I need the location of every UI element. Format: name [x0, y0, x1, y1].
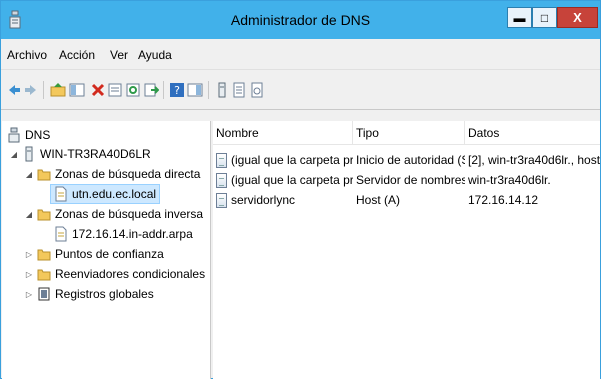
- record-icon: [216, 173, 227, 189]
- menu-accion[interactable]: Acción: [59, 48, 95, 62]
- properties-icon[interactable]: [107, 82, 123, 98]
- record-name: (igual que la carpeta princip...: [216, 153, 353, 169]
- column-header-nombre[interactable]: Nombre: [213, 121, 353, 145]
- menu-archivo[interactable]: Archivo: [7, 48, 47, 62]
- record-type: Host (A): [356, 193, 401, 207]
- record-data: win-tr3ra40d6lr.: [468, 173, 551, 187]
- folder-icon: [37, 209, 51, 221]
- record-icon: [216, 153, 227, 169]
- tree-label: utn.edu.ec.local: [72, 187, 157, 201]
- tree-item-reverse-zone[interactable]: 172.16.14.in-addr.arpa: [54, 224, 193, 244]
- show-action-pane-icon[interactable]: [187, 82, 203, 98]
- server-icon: [25, 146, 33, 162]
- folder-icon: [37, 169, 51, 181]
- close-button[interactable]: X: [557, 7, 598, 28]
- record-data: 172.16.14.12: [468, 193, 539, 207]
- delete-icon[interactable]: [90, 82, 106, 98]
- maximize-button[interactable]: □: [532, 7, 557, 28]
- title-bar[interactable]: Administrador de DNS ▬ □ X: [1, 1, 600, 39]
- console-tree-pane: DNS ◢ WIN-TR3RA40D6LR ◢ Zonas de búsqued…: [2, 121, 211, 379]
- svg-text:?: ?: [174, 84, 180, 97]
- tree-item-dns[interactable]: DNS: [7, 125, 50, 145]
- record-list-icon[interactable]: [231, 82, 247, 98]
- tree-label: Zonas de búsqueda directa: [55, 167, 201, 181]
- table-row[interactable]: servidorlync Host (A) 172.16.14.12: [213, 191, 600, 211]
- refresh-icon[interactable]: [125, 82, 141, 98]
- record-type: Inicio de autoridad (SOA): [356, 153, 465, 167]
- event-log-icon: [38, 287, 50, 301]
- tree-label: Zonas de búsqueda inversa: [55, 207, 204, 221]
- tree-item-forward-zone-selected[interactable]: utn.edu.ec.local: [50, 184, 161, 204]
- dns-manager-window: Administrador de DNS ▬ □ X Archivo Acció…: [0, 0, 601, 379]
- minimize-button[interactable]: ▬: [507, 7, 532, 28]
- tree-label: 172.16.14.in-addr.arpa: [72, 227, 193, 241]
- expand-chevron-icon[interactable]: ◢: [24, 170, 34, 179]
- expand-arrow-icon[interactable]: ▷: [24, 290, 34, 299]
- tree-label: Puntos de confianza: [55, 247, 164, 261]
- zone-file-icon: [55, 226, 67, 242]
- menu-ayuda[interactable]: Ayuda: [138, 48, 172, 62]
- tree-item-server[interactable]: ◢ WIN-TR3RA40D6LR: [9, 144, 151, 164]
- tree-item-conditional-forwarders[interactable]: ▷ Reenviadores condicionales: [24, 264, 205, 284]
- toolbar: ?: [1, 70, 600, 110]
- tree-label: Reenviadores condicionales: [55, 267, 206, 281]
- record-data: [2], win-tr3ra40d6lr., host...: [468, 153, 600, 167]
- column-header-tipo[interactable]: Tipo: [353, 121, 465, 145]
- up-folder-icon[interactable]: [50, 82, 66, 98]
- expand-arrow-icon[interactable]: ▷: [24, 250, 34, 259]
- pane-gap: [2, 110, 600, 121]
- menu-bar: Archivo Acción Ver Ayuda: [1, 39, 600, 70]
- zone-file-icon: [55, 186, 67, 202]
- dns-icon: [8, 127, 20, 143]
- expand-arrow-icon[interactable]: ▷: [24, 270, 34, 279]
- forward-arrow-icon[interactable]: [23, 82, 39, 98]
- record-type: Servidor de nombres (NS): [356, 173, 465, 187]
- tree-label: Registros globales: [55, 287, 154, 301]
- tree-item-trust-points[interactable]: ▷ Puntos de confianza: [24, 244, 164, 264]
- expand-chevron-icon[interactable]: ◢: [24, 210, 34, 219]
- menu-ver[interactable]: Ver: [110, 48, 128, 62]
- table-row[interactable]: (igual que la carpeta princip... Inicio …: [213, 151, 600, 171]
- help-icon[interactable]: ?: [169, 82, 185, 98]
- record-name: servidorlync: [216, 193, 353, 209]
- table-row[interactable]: (igual que la carpeta princip... Servido…: [213, 171, 600, 191]
- record-name: (igual que la carpeta princip...: [216, 173, 353, 189]
- tree-item-reverse-zones[interactable]: ◢ Zonas de búsqueda inversa: [24, 204, 203, 224]
- tree-label: WIN-TR3RA40D6LR: [40, 147, 151, 161]
- record-properties-icon[interactable]: [249, 82, 265, 98]
- records-list-pane: Nombre Tipo Datos (igual que la carpeta …: [213, 121, 600, 379]
- show-hide-tree-icon[interactable]: [69, 82, 85, 98]
- folder-icon: [37, 269, 51, 281]
- folder-icon: [37, 249, 51, 261]
- expand-chevron-icon[interactable]: ◢: [9, 150, 19, 159]
- column-header-datos[interactable]: Datos: [465, 121, 600, 145]
- tree-item-global-logs[interactable]: ▷ Registros globales: [24, 284, 154, 304]
- export-list-icon[interactable]: [143, 82, 159, 98]
- tree-label: DNS: [25, 128, 51, 142]
- record-icon: [216, 193, 227, 209]
- tree-item-forward-zones[interactable]: ◢ Zonas de búsqueda directa: [24, 164, 201, 184]
- server-icon[interactable]: [214, 82, 230, 98]
- back-arrow-icon[interactable]: [6, 82, 22, 98]
